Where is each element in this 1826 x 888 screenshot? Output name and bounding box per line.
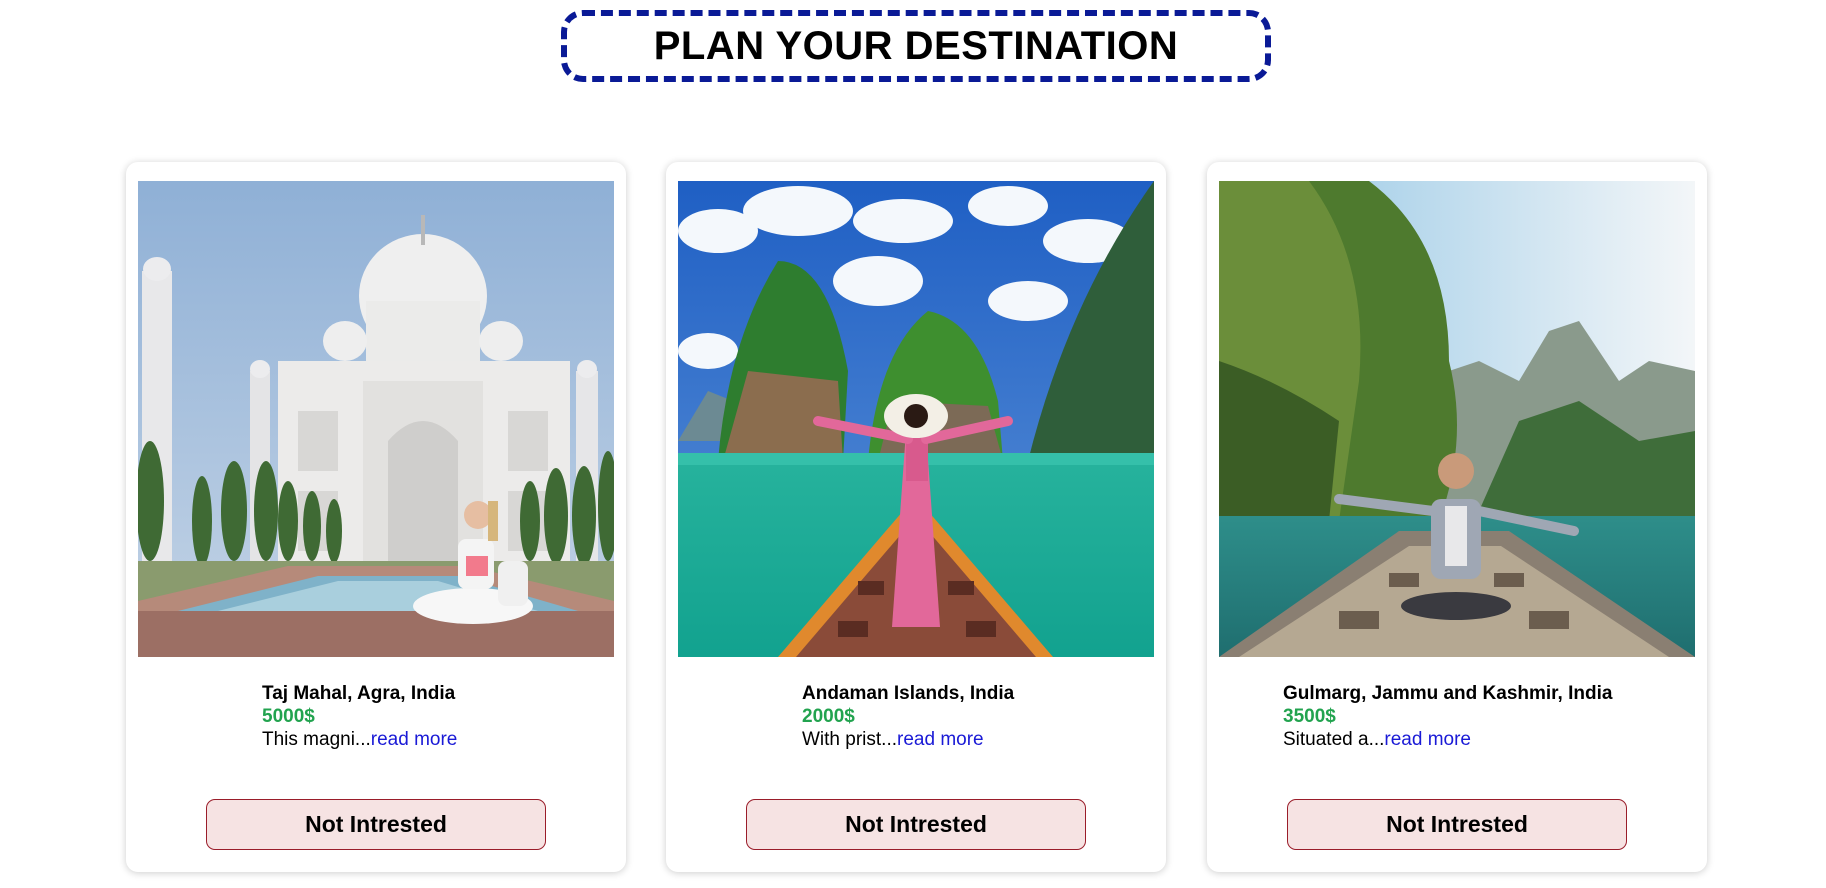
- destination-card-taj-mahal: Taj Mahal, Agra, India 5000$ This magni.…: [126, 162, 626, 872]
- destination-description: This magni...: [262, 729, 371, 750]
- taj-mahal-photo: [138, 181, 614, 657]
- read-more-link[interactable]: read more: [371, 729, 458, 750]
- destination-photo: [1219, 181, 1695, 657]
- page: PLAN YOUR DESTINATION Taj Mahal, Agra, I…: [0, 0, 1826, 888]
- page-title-box: PLAN YOUR DESTINATION: [561, 10, 1271, 82]
- not-interested-button[interactable]: Not Intrested: [206, 799, 546, 850]
- destination-description: Situated a...: [1283, 729, 1385, 750]
- destination-name: Gulmarg, Jammu and Kashmir, India: [1283, 683, 1613, 704]
- destination-name: Andaman Islands, India: [802, 683, 1015, 704]
- page-title: PLAN YOUR DESTINATION: [653, 23, 1179, 68]
- destination-card-andaman: Andaman Islands, India 2000$ With prist.…: [666, 162, 1166, 872]
- destination-name: Taj Mahal, Agra, India: [262, 683, 456, 704]
- destination-card-gulmarg: Gulmarg, Jammu and Kashmir, India 3500$ …: [1207, 162, 1707, 872]
- not-interested-button[interactable]: Not Intrested: [1287, 799, 1627, 850]
- gulmarg-photo: [1219, 181, 1695, 657]
- card-info: Andaman Islands, India 2000$ With prist.…: [802, 682, 1014, 751]
- not-interested-button[interactable]: Not Intrested: [746, 799, 1086, 850]
- andaman-islands-photo: [678, 181, 1154, 657]
- destination-price: 5000$: [262, 706, 315, 727]
- destination-price: 3500$: [1283, 706, 1336, 727]
- read-more-link[interactable]: read more: [1384, 729, 1471, 750]
- destination-photo: [138, 181, 614, 657]
- destination-price: 2000$: [802, 706, 855, 727]
- read-more-link[interactable]: read more: [897, 729, 984, 750]
- card-info: Taj Mahal, Agra, India 5000$ This magni.…: [262, 682, 457, 751]
- card-info: Gulmarg, Jammu and Kashmir, India 3500$ …: [1283, 682, 1612, 751]
- destination-description: With prist...: [802, 729, 898, 750]
- destination-photo: [678, 181, 1154, 657]
